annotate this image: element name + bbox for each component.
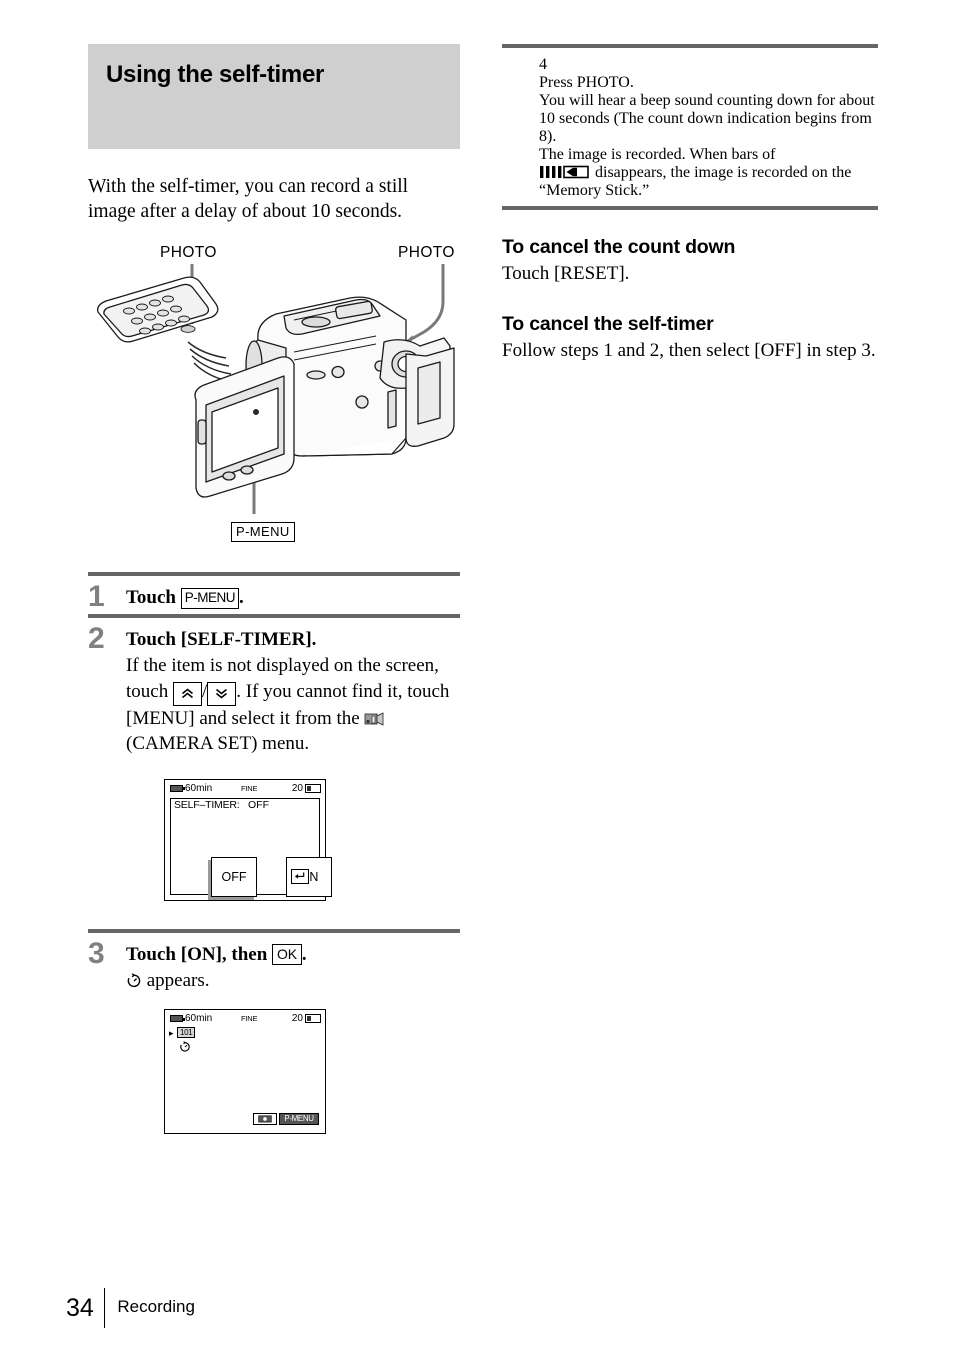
subheading-cancel-count-down: To cancel the count down	[502, 236, 736, 258]
manual-page: Using the self-timer With the self-timer…	[0, 0, 954, 1352]
lcd-a-button-off[interactable]: OFF	[211, 856, 257, 897]
page-title: Using the self-timer	[106, 61, 325, 88]
right-column: 4 Press PHOTO. You will hear a beep soun…	[502, 44, 878, 363]
text-cancel-count-down: Touch [RESET].	[502, 263, 630, 284]
lcd-screen-standby: 60min FINE 20 ▸ 101 P-MENU	[164, 1009, 326, 1134]
lcd-a-return-button[interactable]	[291, 868, 309, 884]
step-3-heading-period: .	[301, 943, 307, 965]
step-4-heading: Press PHOTO.	[539, 74, 634, 91]
chevron-double-down-icon	[216, 688, 228, 699]
pmenu-key-icon[interactable]: P-MENU	[180, 588, 239, 609]
lcd-a-menu-label: SELF–TIMER:	[174, 798, 240, 811]
lcd-b-battery-time: 60min	[185, 1013, 213, 1024]
self-timer-icon	[180, 1041, 190, 1052]
battery-icon	[170, 784, 185, 792]
lcd-a-battery-time: 60min	[185, 782, 213, 794]
text-cancel-self-timer: Follow steps 1 and 2, then select [OFF] …	[502, 339, 876, 361]
camcorder-illustration	[97, 264, 455, 514]
lcd-a-status-bar: 60min FINE 20	[165, 782, 325, 796]
footer-section-name: Recording	[117, 1297, 195, 1316]
lcd-b-folder-chip: 101	[177, 1027, 196, 1038]
memory-stick-icon	[305, 1014, 321, 1023]
step-1: 1 Touch P-MENU.	[88, 576, 460, 614]
battery-icon	[170, 1015, 185, 1022]
step-1-heading: Touch P-MENU.	[126, 585, 460, 610]
step-3: 3 Touch [ON], then OK. appears. 60min FI…	[88, 933, 460, 1139]
camcorder-glyph-icon	[365, 711, 384, 726]
step-1-heading-period: .	[239, 587, 244, 608]
lcd-b-status-bar: 60min FINE 20	[165, 1013, 325, 1026]
lcd-a-panel: OFF ON	[170, 811, 332, 897]
step-4: 4 Press PHOTO. You will hear a beep soun…	[502, 48, 878, 206]
recording-bars-icon	[540, 165, 589, 179]
step-1-number: 1	[88, 580, 105, 613]
step-3-heading: Touch [ON], then OK.	[126, 942, 460, 967]
step-4-body-2-text: The image is recorded. When bars of	[539, 146, 776, 163]
page-footer: 34 Recording	[66, 1288, 195, 1328]
self-timer-icon	[127, 972, 141, 987]
lcd-b-quality: FINE	[241, 1014, 258, 1023]
lcd-b-camera-button[interactable]	[253, 1113, 277, 1125]
intro-paragraph: With the self-timer, you can record a st…	[88, 176, 409, 222]
step-3-heading-text: Touch [ON], then	[126, 943, 268, 965]
camcorder-figure: PHOTO PHOTO P-MENU	[88, 242, 460, 572]
lcd-a-menu-bar: SELF–TIMER: OFF	[170, 797, 320, 812]
step-3-body-text: appears.	[146, 969, 210, 991]
step-4-number: 4	[539, 56, 547, 73]
scroll-up-key-icon[interactable]	[172, 681, 202, 706]
step-2-heading: Touch [SELF-TIMER].	[126, 629, 317, 650]
lcd-b-pmenu-button[interactable]: P-MENU	[279, 1113, 319, 1125]
lcd-b-folder-marker-icon: ▸	[169, 1028, 174, 1038]
subheading-cancel-self-timer: To cancel the self-timer	[502, 312, 714, 335]
section-banner: Using the self-timer	[88, 44, 460, 149]
step-3-body: appears.	[126, 968, 460, 994]
lcd-a-menu-value: OFF	[248, 798, 269, 811]
step-2: 2 Touch [SELF-TIMER]. If the item is not…	[88, 618, 460, 905]
camera-set-icon	[364, 709, 385, 726]
lcd-a-quality: FINE	[241, 783, 258, 793]
memory-stick-icon	[305, 783, 321, 793]
step-2-number: 2	[88, 622, 105, 655]
step-2-body-part4: (CAMERA SET) menu.	[126, 733, 310, 754]
step-4-body-1: You will hear a beep sound counting down…	[539, 92, 875, 145]
step-1-heading-text: Touch	[126, 587, 176, 608]
left-column: Using the self-timer With the self-timer…	[88, 44, 460, 1138]
chevron-double-up-icon	[181, 687, 193, 698]
lcd-b-remaining: 20	[291, 1013, 303, 1024]
camera-icon	[258, 1115, 272, 1123]
lcd-a-remaining: 20	[291, 782, 303, 794]
step-4-body-2: The image is recorded. When bars of disa…	[539, 146, 878, 200]
ok-key-icon[interactable]: OK	[272, 943, 302, 965]
lcd-screen-self-timer-menu: 60min FINE 20 SELF–TIMER: OFF OFF ON	[164, 778, 332, 901]
page-number: 34	[66, 1294, 94, 1322]
step-3-number: 3	[88, 936, 105, 970]
step-2-body: If the item is not displayed on the scre…	[126, 653, 460, 757]
return-arrow-icon	[294, 871, 304, 879]
step-rule-4-bottom	[502, 206, 878, 210]
scroll-down-key-icon[interactable]	[207, 681, 237, 706]
